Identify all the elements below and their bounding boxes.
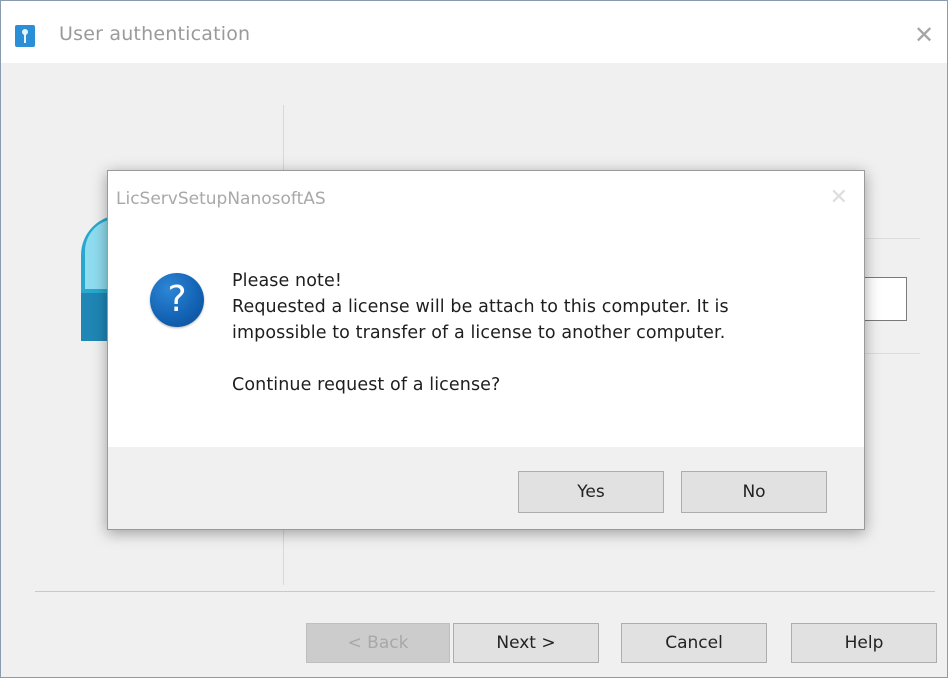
- app-key-icon: [15, 25, 35, 47]
- back-button[interactable]: < Back: [306, 623, 450, 663]
- message-box-title: LicServSetupNanosoftAS: [116, 189, 326, 209]
- no-button[interactable]: No: [681, 471, 827, 513]
- yes-button[interactable]: Yes: [518, 471, 664, 513]
- next-button[interactable]: Next >: [453, 623, 599, 663]
- message-box-close-icon[interactable]: ✕: [830, 185, 848, 210]
- message-line-1: Requested a license will be attach to th…: [232, 297, 729, 317]
- main-close-icon[interactable]: ✕: [909, 21, 939, 49]
- cancel-button[interactable]: Cancel: [621, 623, 767, 663]
- main-window-title: User authentication: [59, 23, 251, 45]
- license-message-box: LicServSetupNanosoftAS ✕ ? Please note! …: [107, 170, 865, 530]
- question-icon: ?: [150, 273, 204, 327]
- message-line-2: impossible to transfer of a license to a…: [232, 323, 726, 343]
- help-button[interactable]: Help: [791, 623, 937, 663]
- message-question: Continue request of a license?: [232, 375, 501, 395]
- wizard-footer-divider: [35, 591, 935, 592]
- main-titlebar: User authentication ✕: [1, 1, 947, 63]
- message-heading: Please note!: [232, 271, 342, 291]
